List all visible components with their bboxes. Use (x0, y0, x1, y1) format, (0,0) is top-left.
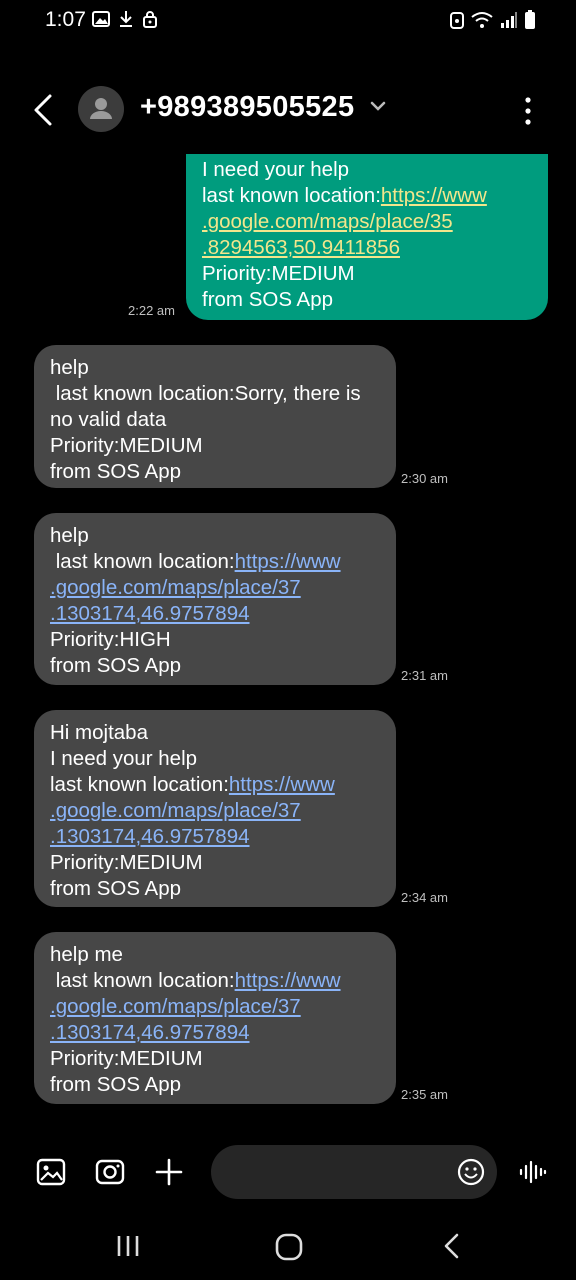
message-timestamp: 2:30 am (401, 471, 448, 486)
wifi-icon (470, 11, 494, 29)
message-line: Priority:MEDIUM (202, 262, 355, 285)
message-line: last known location:https://www (50, 549, 380, 575)
avatar[interactable] (78, 86, 124, 132)
message-line: I need your help (202, 158, 350, 181)
received-message-bubble[interactable]: Hi mojtaba I need your help last known l… (34, 710, 396, 907)
location-link[interactable]: https://www (235, 550, 341, 573)
location-link[interactable]: .google.com/maps/place/35 (202, 209, 532, 235)
message-text: last known location: (202, 184, 381, 207)
location-link[interactable]: .8294563,50.9411856 (202, 235, 532, 261)
message-line: help (50, 524, 89, 547)
message-timestamp: 2:34 am (401, 890, 448, 905)
message-line: last known location:Sorry, there is (50, 382, 361, 405)
location-link[interactable]: .google.com/maps/place/37 (50, 994, 380, 1020)
alarm-icon (450, 11, 464, 29)
contact-name[interactable]: +989389505525 (140, 91, 354, 124)
message-input-overlay (211, 1145, 497, 1199)
message-line: Priority:MEDIUM (50, 434, 203, 457)
received-message-bubble[interactable]: help me last known location:https://www … (34, 932, 396, 1104)
message-line: Priority:HIGH (50, 628, 171, 651)
location-link[interactable]: https://www (235, 969, 341, 992)
navigation-bar (0, 1220, 576, 1280)
more-vertical-icon[interactable] (518, 94, 538, 128)
home-icon[interactable] (274, 1232, 304, 1267)
message-line: Hi mojtaba (50, 721, 148, 744)
back-icon[interactable] (438, 1232, 466, 1265)
emoji-icon[interactable] (457, 1158, 485, 1191)
location-link[interactable]: .1303174,46.9757894 (50, 824, 380, 850)
gallery-icon[interactable] (34, 1155, 70, 1191)
sent-message-bubble[interactable]: I need your help last known location:htt… (186, 154, 548, 320)
received-message-bubble[interactable]: help last known location:Sorry, there is… (34, 345, 396, 488)
message-text: last known location: (50, 773, 229, 796)
back-arrow-icon[interactable] (28, 92, 60, 128)
recent-apps-icon[interactable] (114, 1232, 142, 1265)
status-bar: 1:07 (0, 0, 576, 40)
message-line: from SOS App (202, 288, 334, 311)
message-timestamp: 2:35 am (401, 1087, 448, 1102)
message-composer (0, 1145, 576, 1201)
location-link[interactable]: .google.com/maps/place/37 (50, 575, 380, 601)
message-timestamp: 2:22 am (128, 303, 175, 318)
location-link[interactable]: https://www (229, 773, 335, 796)
received-message-bubble[interactable]: help last known location:https://www .go… (34, 513, 396, 685)
message-line: help me (50, 943, 123, 966)
message-line: from SOS App (50, 654, 182, 677)
message-line: from SOS App (50, 460, 182, 483)
location-link[interactable]: .1303174,46.9757894 (50, 601, 380, 627)
message-line: Priority:MEDIUM (50, 851, 203, 874)
voice-record-icon[interactable] (518, 1157, 548, 1192)
person-icon (90, 98, 112, 119)
signal-icon (500, 11, 518, 29)
message-line: from SOS App (50, 877, 182, 900)
message-timestamp: 2:31 am (401, 668, 448, 683)
location-link[interactable]: https://www (381, 184, 487, 207)
message-text: last known location: (50, 969, 235, 992)
conversation-header: +989389505525 (0, 80, 576, 140)
message-line: help (50, 356, 89, 379)
message-line: from SOS App (50, 1073, 182, 1096)
download-icon (118, 10, 134, 28)
message-line: last known location:https://www (50, 772, 380, 798)
status-time: 1:07 (45, 8, 86, 31)
message-line: I need your help (50, 747, 198, 770)
message-line: no valid data (50, 408, 167, 431)
add-icon[interactable] (152, 1155, 188, 1191)
camera-icon[interactable] (93, 1155, 129, 1191)
battery-icon (524, 10, 536, 30)
chevron-down-icon[interactable] (368, 96, 388, 121)
message-line: last known location:https://www (50, 968, 380, 994)
lock-icon (142, 10, 158, 28)
image-icon (92, 10, 110, 28)
message-line: last known location:https://www (202, 183, 532, 209)
location-link[interactable]: .1303174,46.9757894 (50, 1020, 380, 1046)
message-text: last known location: (50, 550, 235, 573)
location-link[interactable]: .google.com/maps/place/37 (50, 798, 380, 824)
message-line: Priority:MEDIUM (50, 1047, 203, 1070)
